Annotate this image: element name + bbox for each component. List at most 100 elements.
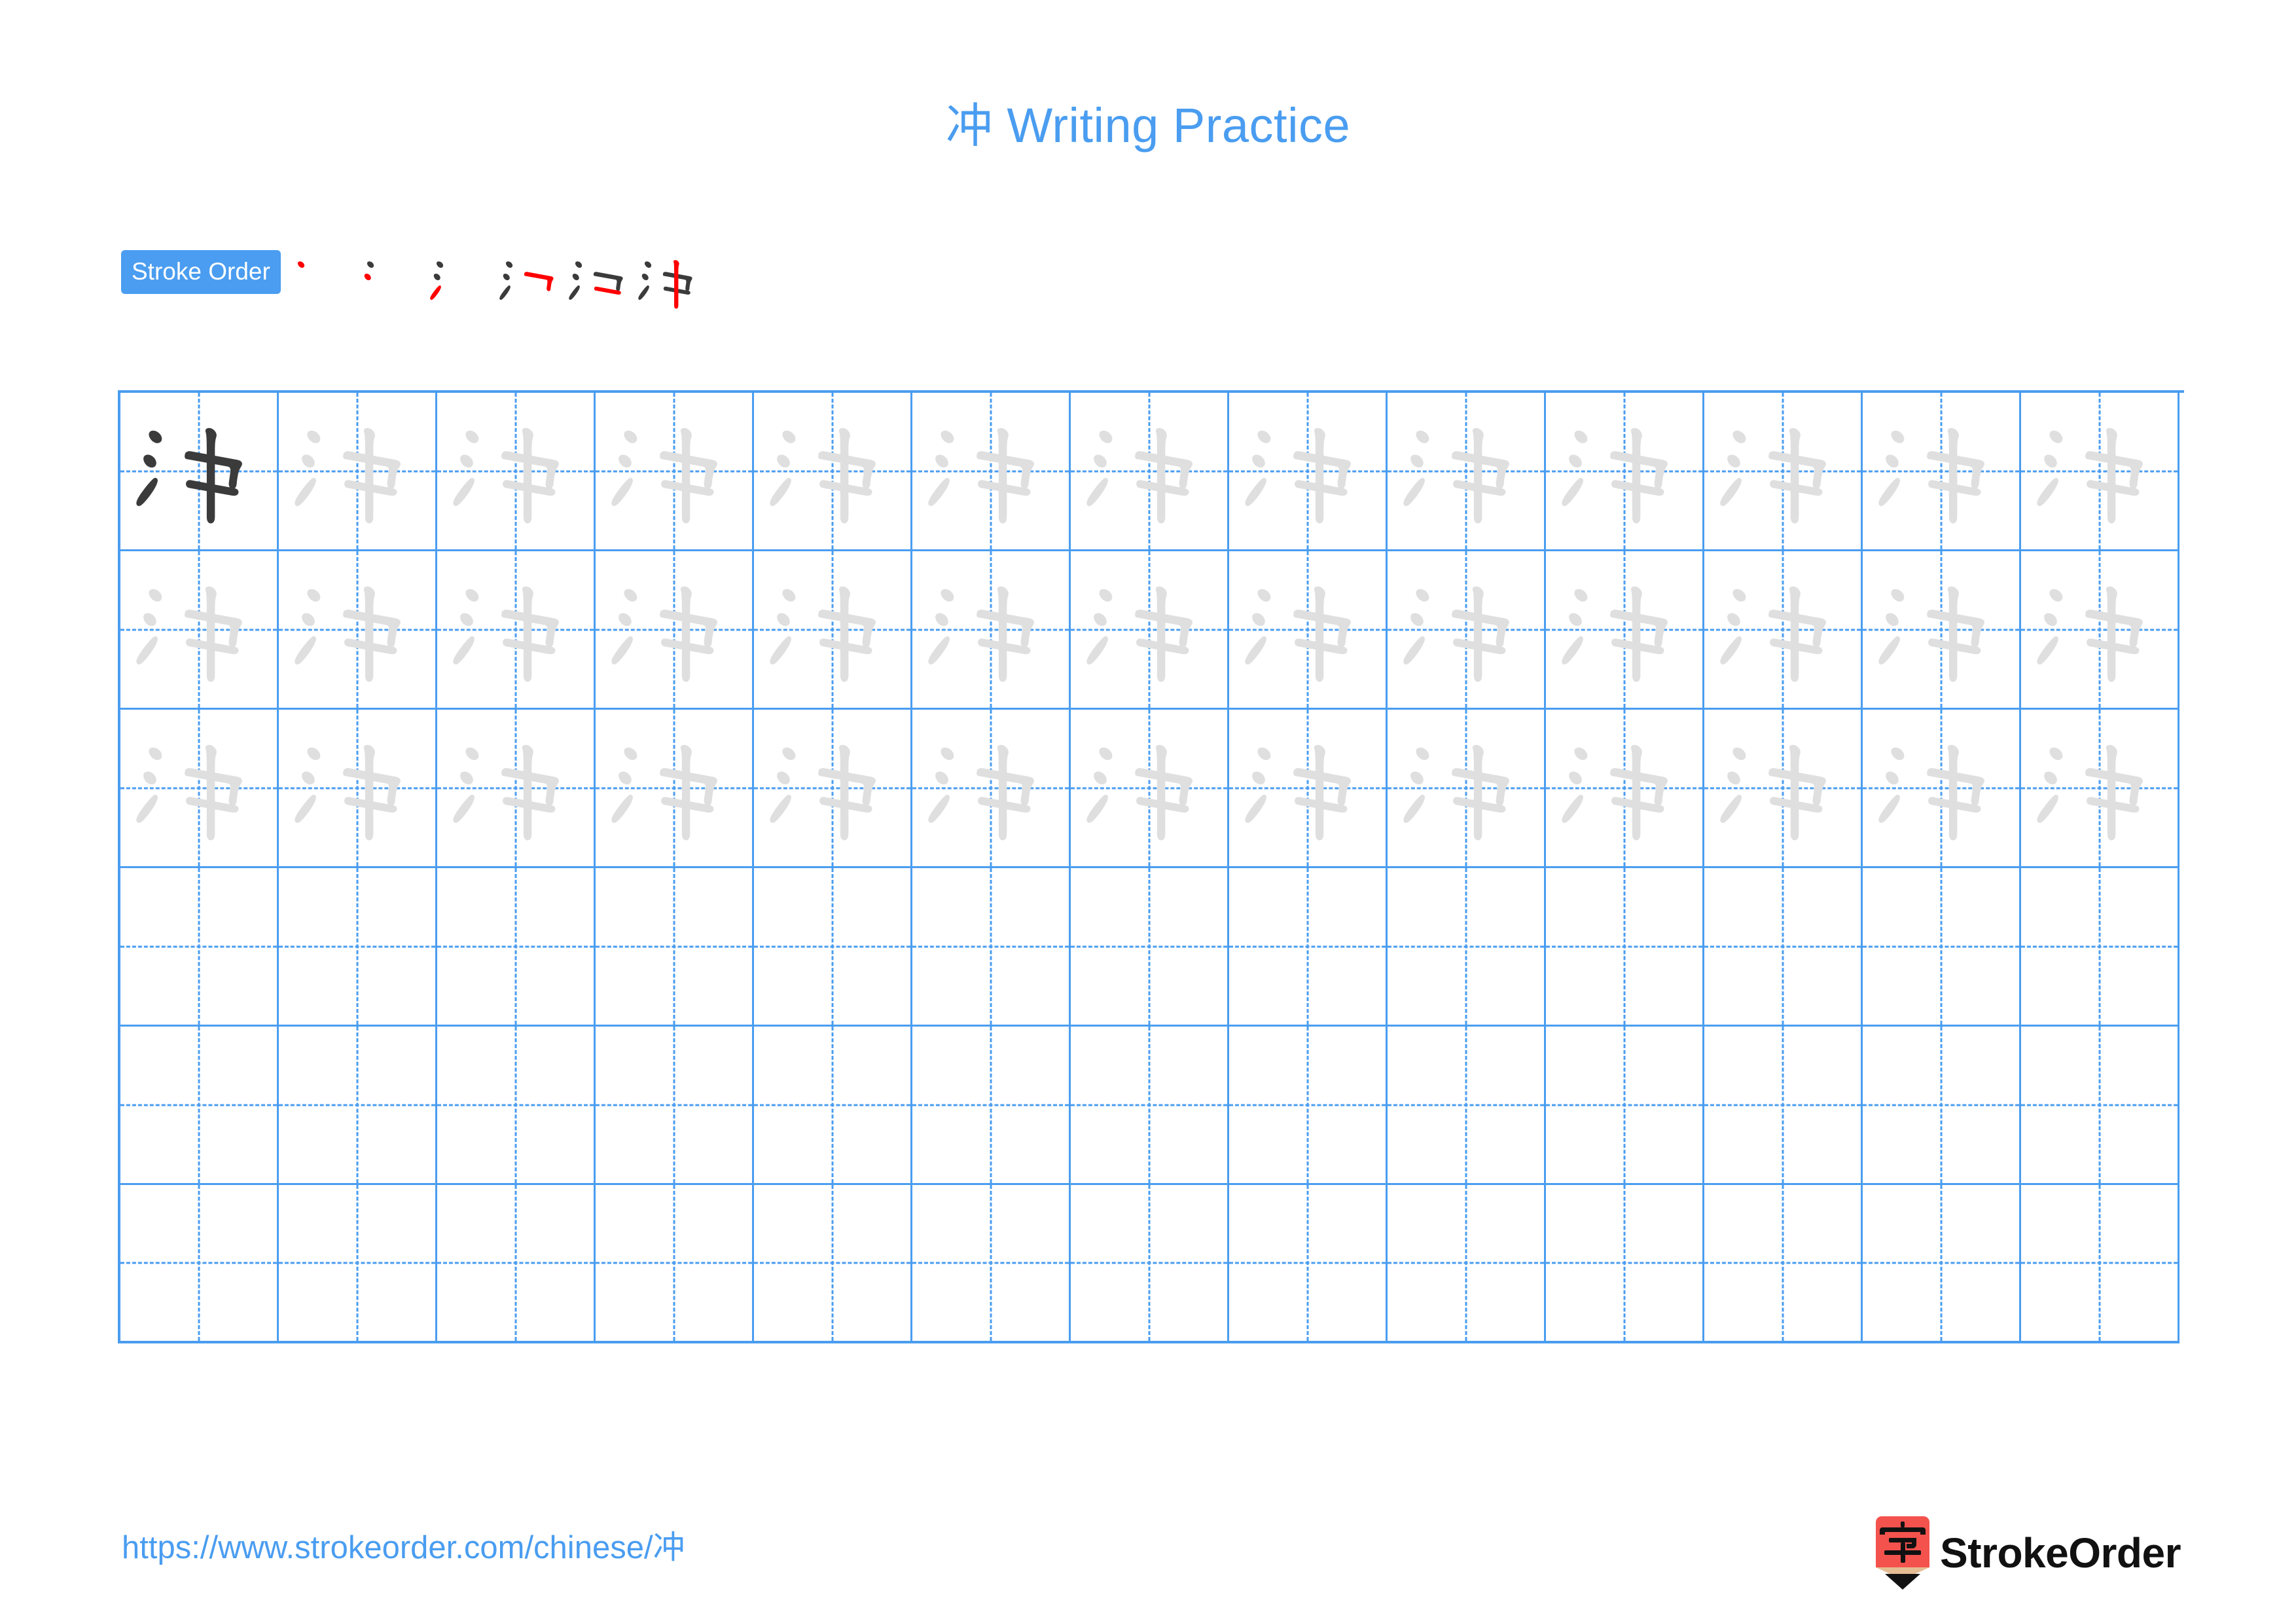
practice-cell-r3-c2[interactable] <box>279 710 437 868</box>
practice-cell-r4-c2[interactable] <box>279 868 437 1027</box>
practice-cell-r5-c8[interactable] <box>1229 1027 1388 1185</box>
practice-cell-r3-c8[interactable] <box>1229 710 1388 868</box>
practice-cell-r1-c7[interactable] <box>1071 393 1229 551</box>
footer-url[interactable]: https://www.strokeorder.com/chinese/冲 <box>122 1532 685 1564</box>
character-glyph-light <box>135 744 242 840</box>
practice-cell-r6-c8[interactable] <box>1229 1185 1388 1343</box>
stroke-3 <box>1561 477 1583 506</box>
practice-cell-r2-c9[interactable] <box>1388 551 1546 710</box>
practice-cell-r4-c8[interactable] <box>1229 868 1388 1027</box>
stroke-2 <box>301 454 315 467</box>
practice-cell-r4-c5[interactable] <box>754 868 912 1027</box>
practice-cell-r5-c7[interactable] <box>1071 1027 1229 1185</box>
practice-cell-r1-c5[interactable] <box>754 393 912 551</box>
trace-character <box>279 393 435 549</box>
stroke-1 <box>306 747 320 760</box>
practice-cell-r3-c10[interactable] <box>1546 710 1704 868</box>
trace-character <box>279 710 435 866</box>
practice-cell-r5-c1[interactable] <box>120 1027 279 1185</box>
practice-cell-r3-c5[interactable] <box>754 710 912 868</box>
character-glyph-light <box>294 586 401 682</box>
practice-cell-r1-c13[interactable] <box>2021 393 2179 551</box>
practice-cell-r4-c13[interactable] <box>2021 868 2179 1027</box>
practice-cell-r2-c11[interactable] <box>1704 551 1863 710</box>
practice-cell-r6-c5[interactable] <box>754 1185 912 1343</box>
practice-cell-r4-c12[interactable] <box>1863 868 2021 1027</box>
stroke-2 <box>1727 454 1740 467</box>
practice-cell-r2-c4[interactable] <box>596 551 754 710</box>
practice-cell-r5-c4[interactable] <box>596 1027 754 1185</box>
practice-cell-r5-c3[interactable] <box>437 1027 596 1185</box>
practice-cell-r1-c2[interactable] <box>279 393 437 551</box>
practice-cell-r3-c11[interactable] <box>1704 710 1863 868</box>
stroke-2 <box>2043 612 2057 626</box>
practice-cell-r2-c12[interactable] <box>1863 551 2021 710</box>
practice-cell-r6-c7[interactable] <box>1071 1185 1229 1343</box>
practice-cell-r2-c5[interactable] <box>754 551 912 710</box>
practice-cell-r6-c10[interactable] <box>1546 1185 1704 1343</box>
practice-cell-r5-c2[interactable] <box>279 1027 437 1185</box>
practice-cell-r6-c1[interactable] <box>120 1185 279 1343</box>
trace-character <box>437 393 594 549</box>
practice-cell-r2-c3[interactable] <box>437 551 596 710</box>
practice-cell-r3-c13[interactable] <box>2021 710 2179 868</box>
practice-cell-r1-c8[interactable] <box>1229 393 1388 551</box>
practice-cell-r1-c4[interactable] <box>596 393 754 551</box>
practice-cell-r4-c6[interactable] <box>912 868 1071 1027</box>
practice-cell-r1-c6[interactable] <box>912 393 1071 551</box>
practice-cell-r1-c11[interactable] <box>1704 393 1863 551</box>
trace-character <box>912 551 1069 708</box>
practice-cell-r3-c4[interactable] <box>596 710 754 868</box>
stroke-6 <box>1472 428 1484 523</box>
practice-cell-r4-c10[interactable] <box>1546 868 1704 1027</box>
stroke-order-badge: Stroke Order <box>121 250 281 294</box>
practice-cell-r5-c9[interactable] <box>1388 1027 1546 1185</box>
practice-cell-r6-c4[interactable] <box>596 1185 754 1343</box>
practice-cell-r2-c8[interactable] <box>1229 551 1388 710</box>
practice-cell-r5-c12[interactable] <box>1863 1027 2021 1185</box>
practice-cell-r1-c9[interactable] <box>1388 393 1546 551</box>
practice-cell-r3-c6[interactable] <box>912 710 1071 868</box>
practice-cell-r5-c13[interactable] <box>2021 1027 2179 1185</box>
practice-cell-r5-c5[interactable] <box>754 1027 912 1185</box>
practice-cell-r6-c6[interactable] <box>912 1185 1071 1343</box>
stroke-2 <box>459 612 473 626</box>
practice-cell-r1-c10[interactable] <box>1546 393 1704 551</box>
practice-cell-r6-c9[interactable] <box>1388 1185 1546 1343</box>
practice-cell-r4-c7[interactable] <box>1071 868 1229 1027</box>
practice-cell-r6-c13[interactable] <box>2021 1185 2179 1343</box>
practice-cell-r1-c3[interactable] <box>437 393 596 551</box>
character-glyph-light <box>1244 586 1351 682</box>
stroke-1 <box>781 589 795 602</box>
practice-cell-r6-c11[interactable] <box>1704 1185 1863 1343</box>
practice-cell-r3-c9[interactable] <box>1388 710 1546 868</box>
practice-cell-r3-c12[interactable] <box>1863 710 2021 868</box>
practice-cell-r2-c2[interactable] <box>279 551 437 710</box>
practice-cell-r5-c10[interactable] <box>1546 1027 1704 1185</box>
practice-cell-r2-c1[interactable] <box>120 551 279 710</box>
practice-cell-r4-c3[interactable] <box>437 868 596 1027</box>
practice-cell-r4-c4[interactable] <box>596 868 754 1027</box>
practice-cell-r4-c9[interactable] <box>1388 868 1546 1027</box>
practice-cell-r5-c6[interactable] <box>912 1027 1071 1185</box>
practice-cell-r1-c12[interactable] <box>1863 393 2021 551</box>
practice-cell-r5-c11[interactable] <box>1704 1027 1863 1185</box>
trace-character <box>1229 551 1386 708</box>
practice-cell-r2-c7[interactable] <box>1071 551 1229 710</box>
practice-cell-r2-c13[interactable] <box>2021 551 2179 710</box>
practice-cell-r3-c3[interactable] <box>437 710 596 868</box>
stroke-step-4 <box>497 247 566 317</box>
practice-cell-r3-c1[interactable] <box>120 710 279 868</box>
trace-character <box>912 710 1069 866</box>
stroke-6 <box>680 744 692 840</box>
practice-cell-r3-c7[interactable] <box>1071 710 1229 868</box>
practice-cell-r6-c12[interactable] <box>1863 1185 2021 1343</box>
practice-cell-r2-c6[interactable] <box>912 551 1071 710</box>
practice-cell-r4-c1[interactable] <box>120 868 279 1027</box>
practice-cell-r6-c2[interactable] <box>279 1185 437 1343</box>
practice-cell-r1-c1[interactable] <box>120 393 279 551</box>
practice-cell-r2-c10[interactable] <box>1546 551 1704 710</box>
stroke-1 <box>1890 747 1904 760</box>
practice-cell-r4-c11[interactable] <box>1704 868 1863 1027</box>
practice-cell-r6-c3[interactable] <box>437 1185 596 1343</box>
